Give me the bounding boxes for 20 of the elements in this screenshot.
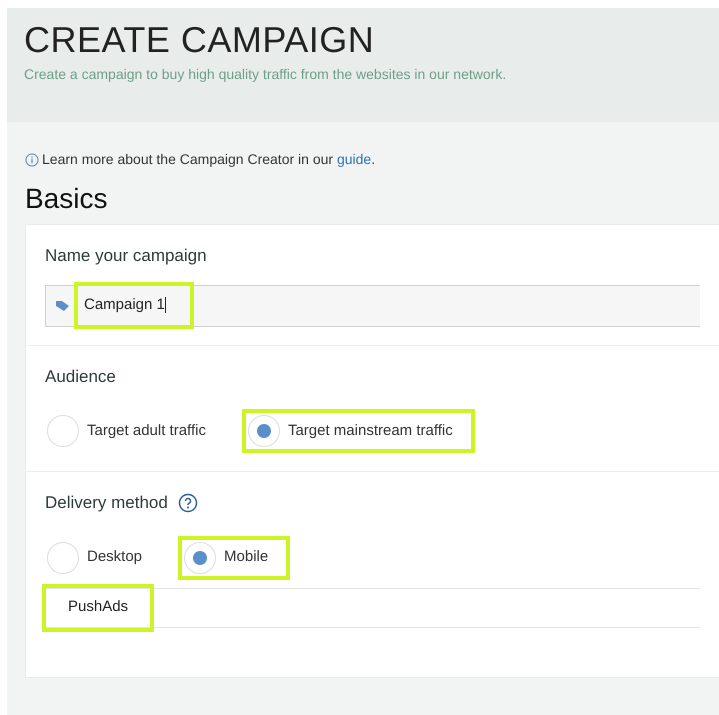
field-label: Delivery method	[45, 492, 168, 514]
radio-button[interactable]	[248, 415, 280, 447]
help-icon[interactable]	[178, 492, 198, 513]
page-subtitle: Create a campaign to buy high quality traffic from the websites in our network.	[24, 65, 508, 84]
section-title: Basics	[25, 182, 108, 216]
radio-button[interactable]	[184, 542, 216, 574]
radio-button[interactable]	[47, 415, 79, 447]
radio-option[interactable]: Desktop	[45, 540, 160, 576]
page-title: CREATE CAMPAIGN	[24, 20, 376, 60]
guide-link[interactable]: guide	[336, 151, 372, 167]
radio-option[interactable]: Mobile	[182, 540, 286, 576]
info-text: Learn more about the Campaign Creator in our guide.	[42, 150, 376, 169]
radio-option[interactable]: Target adult traffic	[45, 413, 224, 449]
name-field[interactable]: Campaign 1	[45, 284, 700, 326]
info-icon	[25, 152, 39, 166]
radio-option[interactable]: Target mainstream traffic	[246, 413, 471, 449]
tag-icon	[56, 300, 70, 312]
radio-button[interactable]	[47, 542, 79, 574]
field-label: Audience	[45, 366, 117, 388]
field-label: Name your campaign	[45, 245, 208, 267]
